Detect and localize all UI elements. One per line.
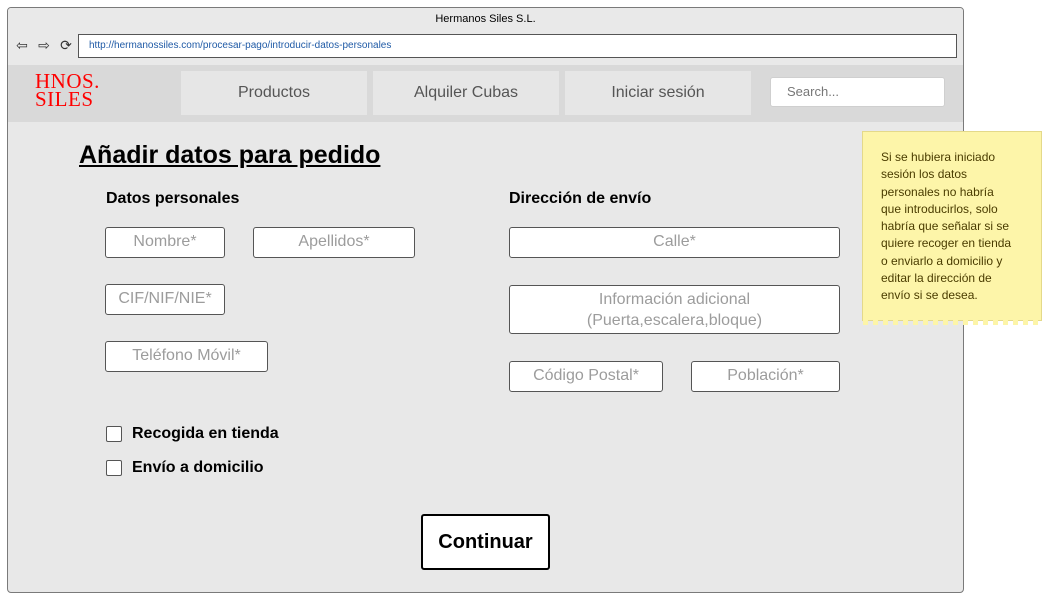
sticky-note: Si se hubiera iniciado sesión los datos …: [862, 131, 1042, 325]
note-line: Si se hubiera iniciado: [881, 150, 996, 164]
envio-option[interactable]: Envío a domicilio: [106, 459, 264, 477]
note-line: sesión los datos: [881, 167, 968, 182]
recogida-option[interactable]: Recogida en tienda: [106, 425, 279, 443]
menu-productos[interactable]: Productos: [181, 71, 367, 115]
apellidos-field[interactable]: Apellidos*: [253, 227, 415, 258]
site-header: HNOS. SILES Productos Alquiler Cubas Ini…: [8, 65, 963, 122]
menu-iniciar-sesion[interactable]: Iniciar sesión: [565, 71, 751, 115]
info-adicional-line1: Información adicional: [598, 291, 751, 308]
note-line: editar la dirección de: [881, 271, 992, 286]
codigo-postal-field[interactable]: Código Postal*: [509, 361, 663, 392]
browser-navbar: ⇦ ⇨ ⟳ http://hermanossiles.com/procesar-…: [8, 30, 963, 65]
back-arrow-icon[interactable]: ⇦: [13, 36, 31, 54]
note-line: quiere recoger en tienda: [881, 236, 1012, 251]
note-line: personales no habría: [881, 184, 994, 199]
note-line: o enviarlo a domicilio y: [881, 253, 1003, 268]
forward-arrow-icon[interactable]: ⇨: [35, 36, 53, 54]
note-line: que introducirlos, solo: [881, 201, 998, 216]
page-title: Añadir datos para pedido: [79, 141, 381, 169]
reload-icon[interactable]: ⟳: [57, 36, 75, 54]
envio-checkbox[interactable]: [106, 460, 122, 476]
personal-data-title: Datos personales: [106, 190, 240, 207]
note-torn-edge: [863, 319, 1041, 325]
continue-button[interactable]: Continuar: [421, 514, 550, 570]
shipping-address-title: Dirección de envío: [509, 190, 652, 207]
cif-field[interactable]: CIF/NIF/NIE*: [105, 284, 225, 315]
note-line: envío si se desea.: [881, 288, 978, 303]
info-adicional-line2: (Puerta,escalera,bloque): [586, 312, 763, 329]
info-adicional-field[interactable]: Información adicional (Puerta,escalera,b…: [509, 285, 840, 334]
envio-label: Envío a domicilio: [132, 459, 264, 476]
browser-window: Hermanos Siles S.L. ⇦ ⇨ ⟳ http://hermano…: [7, 7, 964, 593]
window-title: Hermanos Siles S.L.: [8, 8, 963, 30]
poblacion-field[interactable]: Población*: [691, 361, 840, 392]
recogida-checkbox[interactable]: [106, 426, 122, 442]
note-line: habría que señalar si se: [881, 219, 1010, 234]
menu-alquiler-cubas[interactable]: Alquiler Cubas: [373, 71, 559, 115]
url-bar[interactable]: http://hermanossiles.com/procesar-pago/i…: [78, 34, 957, 58]
telefono-field[interactable]: Teléfono Móvil*: [105, 341, 268, 372]
nav-buttons: ⇦ ⇨ ⟳: [13, 36, 75, 54]
logo-line2: SILES: [35, 87, 94, 111]
nombre-field[interactable]: Nombre*: [105, 227, 225, 258]
recogida-label: Recogida en tienda: [132, 425, 279, 442]
search-input[interactable]: Search...: [770, 77, 945, 107]
site-logo[interactable]: HNOS. SILES: [35, 71, 100, 111]
calle-field[interactable]: Calle*: [509, 227, 840, 258]
